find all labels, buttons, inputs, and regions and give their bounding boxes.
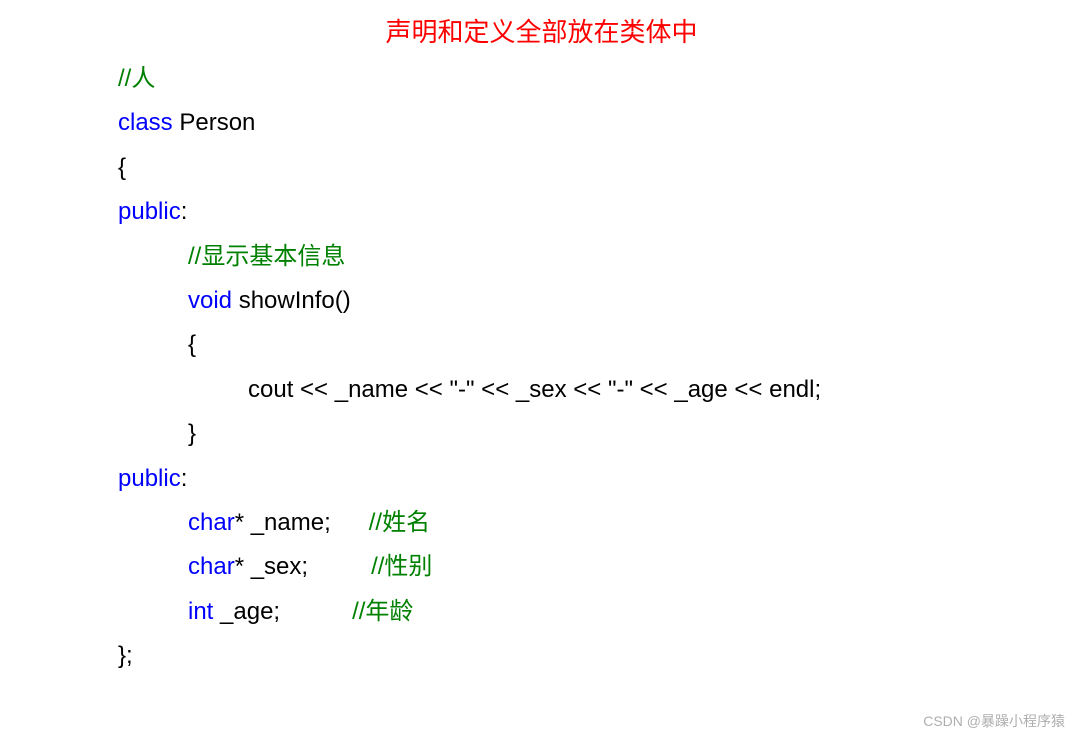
comment-person: //人 xyxy=(118,65,155,92)
comment-showinfo: //显示基本信息 xyxy=(188,243,345,270)
heading-title: 声明和定义全部放在类体中 xyxy=(0,0,1083,57)
keyword-class: class xyxy=(118,109,179,136)
keyword-int: int xyxy=(188,598,213,625)
class-name: Person xyxy=(179,109,255,136)
keyword-char-1: char xyxy=(188,509,235,536)
brace-open: { xyxy=(118,154,126,181)
brace-close: }; xyxy=(118,642,133,669)
brace-close-inner: } xyxy=(188,420,196,447)
cout-line: cout << _name << "-" << _sex << "-" << _… xyxy=(248,376,821,403)
colon-1: : xyxy=(181,198,188,225)
brace-open-inner: { xyxy=(188,331,196,358)
colon-2: : xyxy=(181,465,188,492)
comment-age: //年龄 xyxy=(352,598,413,625)
keyword-void: void xyxy=(188,287,239,314)
comment-sex: //性别 xyxy=(371,553,432,580)
code-snippet: //人 class Person { public: //显示基本信息 void… xyxy=(0,57,1083,678)
keyword-public-2: public xyxy=(118,465,181,492)
keyword-public-1: public xyxy=(118,198,181,225)
comment-name: //姓名 xyxy=(369,509,430,536)
name-decl: * _name; xyxy=(235,509,331,536)
age-decl: _age; xyxy=(213,598,280,625)
method-name: showInfo() xyxy=(239,287,351,314)
sex-decl: * _sex; xyxy=(235,553,308,580)
keyword-char-2: char xyxy=(188,553,235,580)
watermark: CSDN @暴躁小程序猿 xyxy=(923,711,1065,731)
